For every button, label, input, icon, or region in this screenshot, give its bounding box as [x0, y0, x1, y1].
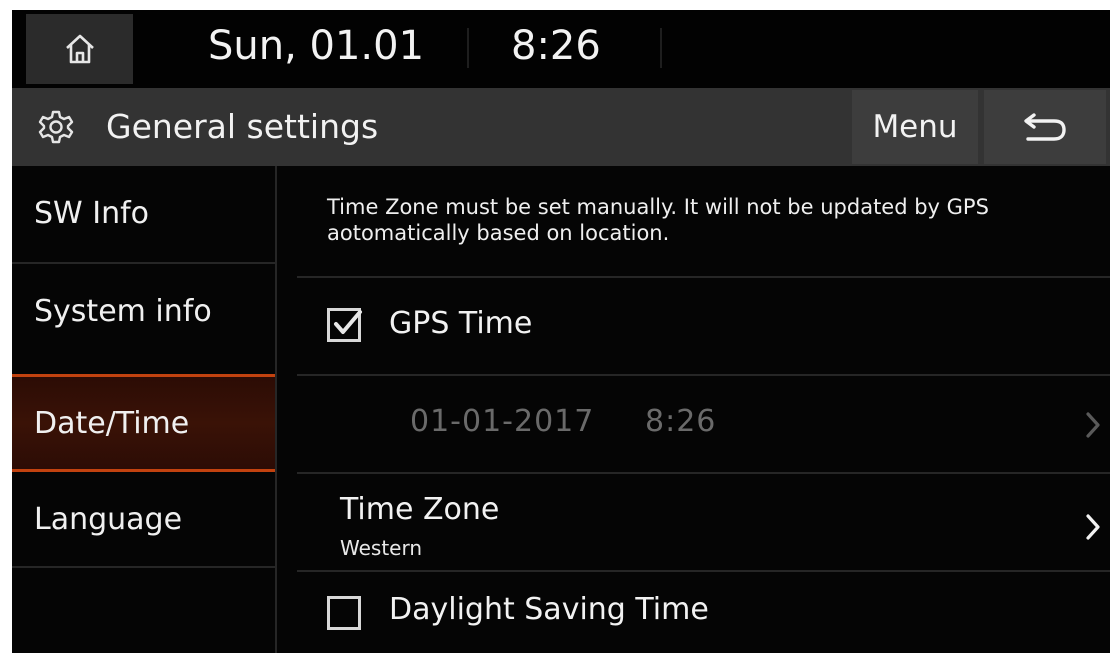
gear-icon: [38, 110, 74, 144]
daylight-saving-label: Daylight Saving Time: [389, 592, 709, 627]
home-icon: [65, 34, 94, 64]
daylight-saving-checkbox[interactable]: [327, 596, 361, 630]
title-bar: General settings Menu: [12, 88, 1110, 166]
date-time-row[interactable]: 01-01-2017 8:26: [297, 376, 1110, 472]
time-zone-notice: Time Zone must be set manually. It will …: [327, 195, 989, 245]
sidebar-item-label: System info: [34, 293, 212, 329]
sidebar-item-label: Language: [34, 501, 183, 537]
sidebar-item-system-info[interactable]: System info: [12, 264, 275, 358]
gps-time-label: GPS Time: [389, 306, 533, 341]
daylight-saving-row[interactable]: Daylight Saving Time: [297, 572, 1110, 653]
time-value: 8:26: [645, 404, 717, 439]
gps-time-row[interactable]: GPS Time: [297, 278, 1110, 374]
status-bar: Sun, 01.01 8:26: [12, 10, 1110, 88]
sidebar-item-language[interactable]: Language: [12, 472, 275, 566]
chevron-right-icon: [1086, 412, 1100, 438]
head-unit-screen: Sun, 01.01 8:26 General settings Menu SW…: [12, 10, 1110, 653]
status-divider: [660, 28, 662, 68]
checkbox-checked-icon: [334, 310, 362, 334]
sidebar-item-sw-info[interactable]: SW Info: [12, 166, 275, 260]
settings-content: Time Zone must be set manually. It will …: [279, 166, 1110, 653]
sidebar-item-label: Date/Time: [34, 405, 190, 441]
sidebar: SW Info System info Date/Time Language: [12, 166, 277, 653]
sidebar-item-label: SW Info: [34, 195, 150, 231]
time-zone-label: Time Zone: [340, 492, 500, 527]
back-button[interactable]: [984, 90, 1106, 164]
status-date: Sun, 01.01: [208, 23, 425, 69]
sidebar-divider: [12, 566, 275, 568]
menu-button[interactable]: Menu: [852, 90, 978, 164]
status-time: 8:26: [511, 23, 601, 69]
status-divider: [467, 28, 469, 68]
sidebar-item-date-time[interactable]: Date/Time: [12, 374, 275, 472]
gps-time-checkbox[interactable]: [327, 308, 362, 342]
back-arrow-icon: [1024, 113, 1066, 141]
time-zone-value: Western: [340, 536, 423, 560]
home-button[interactable]: [26, 14, 133, 84]
date-value: 01-01-2017: [410, 404, 595, 439]
page-title: General settings: [106, 107, 379, 146]
menu-button-label: Menu: [872, 109, 958, 145]
chevron-right-icon: [1086, 514, 1100, 540]
time-zone-row[interactable]: Time Zone Western: [297, 474, 1110, 570]
